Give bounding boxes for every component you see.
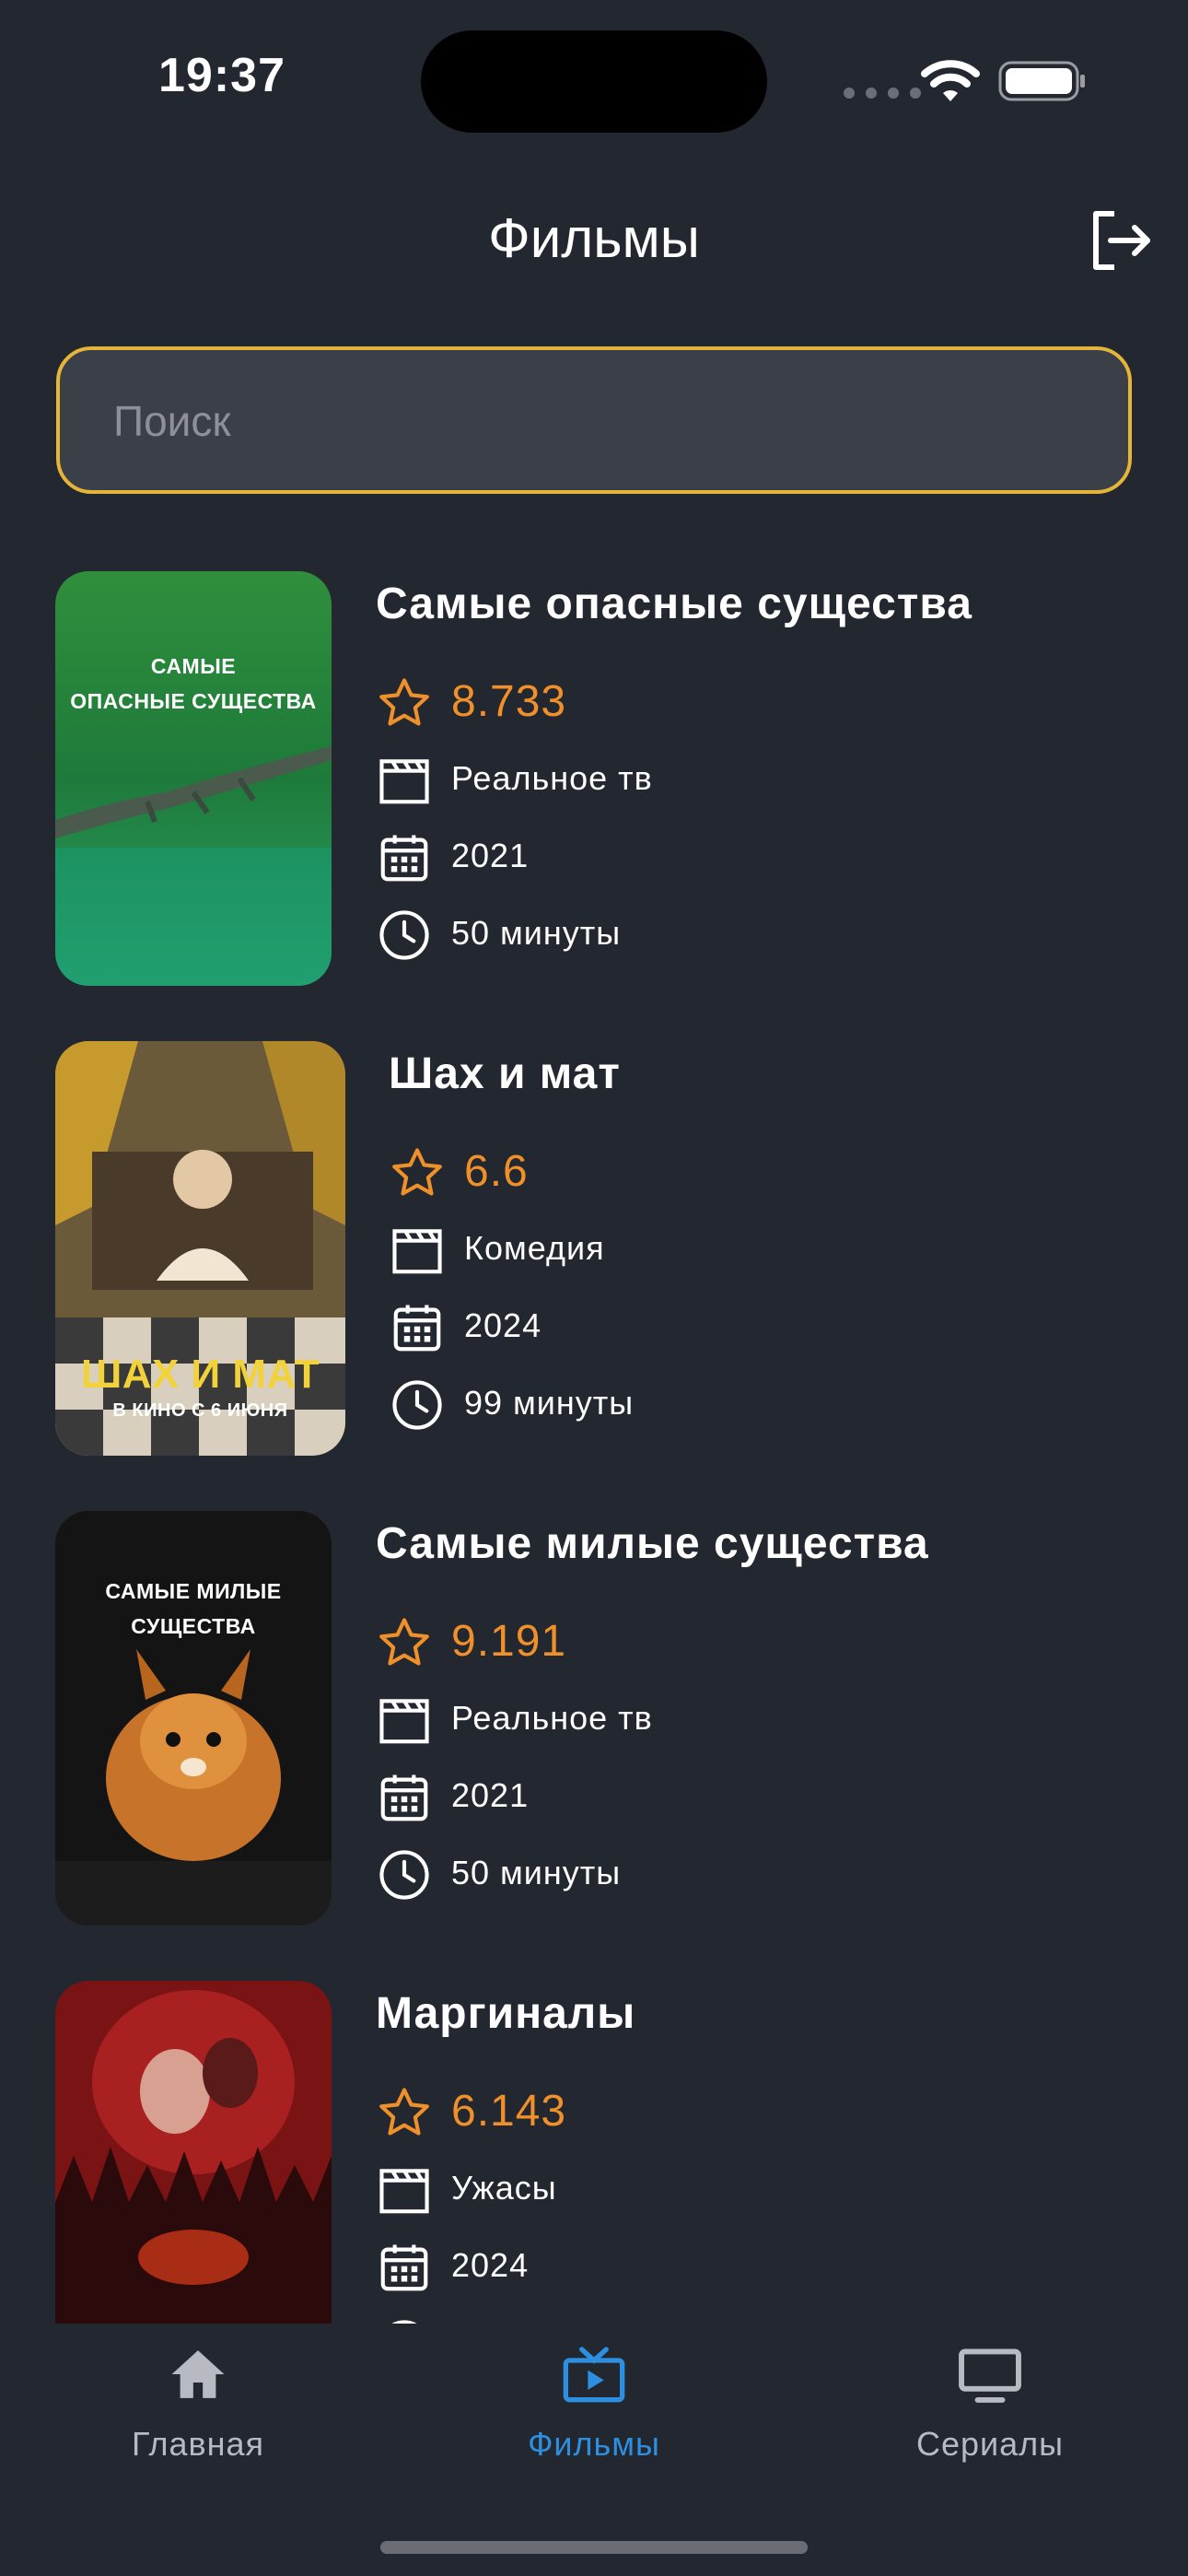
home-icon <box>171 2350 225 2398</box>
movie-title[interactable]: Маргиналы <box>376 1988 635 2039</box>
movie-poster[interactable]: САМЫЕ ОПАСНЫЕ СУЩЕСТВА <box>55 571 332 986</box>
star-icon <box>379 1618 429 1666</box>
tab-label: Главная <box>131 2425 265 2463</box>
monitor-icon <box>959 2348 1021 2403</box>
wifi-icon <box>921 60 980 101</box>
status-time: 19:37 <box>158 49 285 102</box>
calendar-icon <box>380 835 428 882</box>
movie-title[interactable]: Самые опасные существа <box>376 579 973 629</box>
star-icon <box>392 1148 442 1196</box>
clapperboard-icon <box>379 2169 429 2214</box>
tab-bar: Главная Фильмы Сериалы <box>0 2324 1188 2576</box>
movie-card[interactable]: ШАХ И МАТ В КИНО С 6 ИЮНЯ Шах и мат 6.6 … <box>0 1041 1188 1456</box>
battery-icon <box>998 61 1085 101</box>
tv-play-icon <box>563 2347 625 2403</box>
poster-caption: САМЫЕ ОПАСНЫЕ СУЩЕСТВА <box>70 654 317 713</box>
search-box <box>56 346 1132 494</box>
clapperboard-icon <box>392 1229 442 1274</box>
movie-card[interactable]: САМЫЕ МИЛЫЕ СУЩЕСТВА Самые милые существ… <box>0 1511 1188 1926</box>
rating-value: 8.733 <box>451 677 567 726</box>
year-text: 2021 <box>451 1776 530 1814</box>
poster-caption: САМЫЕ МИЛЫЕ СУЩЕСТВА <box>105 1579 282 1638</box>
clapperboard-icon <box>379 1699 429 1744</box>
duration-text: 50 минуты <box>451 1854 622 1891</box>
year-text: 2024 <box>451 2246 530 2284</box>
duration-text: 99 минуты <box>464 1384 635 1422</box>
genre-text: Реальное тв <box>451 1699 653 1737</box>
status-bar: 19:37 <box>0 0 1188 147</box>
movie-poster[interactable]: ШАХ И МАТ В КИНО С 6 ИЮНЯ <box>55 1041 345 1456</box>
year-text: 2021 <box>451 837 530 874</box>
clapperboard-icon <box>379 759 429 804</box>
page-title: Фильмы <box>488 207 700 269</box>
calendar-icon <box>393 1305 441 1352</box>
star-icon <box>379 2088 429 2136</box>
movie-card[interactable]: Маргиналы 6.143 Ужасы 2024 <box>0 1981 1188 2324</box>
search-input[interactable] <box>111 350 1082 492</box>
movie-poster[interactable] <box>55 1981 332 2324</box>
genre-text: Комедия <box>464 1229 605 1267</box>
poster-caption: ШАХ И МАТ В КИНО С 6 ИЮНЯ <box>80 1352 320 1421</box>
clock-icon <box>392 1380 442 1430</box>
logout-icon[interactable] <box>1089 208 1153 273</box>
clock-icon <box>379 910 429 960</box>
clock-icon <box>391 2320 417 2324</box>
tab-label: Сериалы <box>915 2425 1065 2463</box>
home-indicator <box>380 2541 808 2554</box>
tab-series[interactable]: Сериалы <box>852 2324 1128 2471</box>
rating-value: 9.191 <box>451 1617 567 1666</box>
movie-title[interactable]: Шах и мат <box>389 1048 621 1099</box>
movie-poster[interactable]: САМЫЕ МИЛЫЕ СУЩЕСТВА <box>55 1511 332 1926</box>
clock-icon <box>379 1850 429 1900</box>
rating-value: 6.6 <box>464 1147 529 1196</box>
genre-text: Реальное тв <box>451 759 653 797</box>
tab-movies[interactable]: Фильмы <box>456 2324 732 2471</box>
movie-card[interactable]: САМЫЕ ОПАСНЫЕ СУЩЕСТВА Самые опасные сущ… <box>0 571 1188 986</box>
tab-label: Фильмы <box>528 2425 660 2463</box>
calendar-icon <box>380 1774 428 1821</box>
year-text: 2024 <box>464 1306 542 1344</box>
movie-list[interactable]: САМЫЕ ОПАСНЫЕ СУЩЕСТВА Самые опасные сущ… <box>0 571 1188 2324</box>
calendar-icon <box>380 2244 428 2291</box>
duration-text: 50 минуты <box>451 914 622 952</box>
dynamic-island <box>421 30 767 133</box>
genre-text: Ужасы <box>451 2169 557 2207</box>
movie-title[interactable]: Самые милые существа <box>376 1518 929 1569</box>
rating-value: 6.143 <box>451 2087 567 2136</box>
tab-home[interactable]: Главная <box>60 2324 336 2471</box>
star-icon <box>379 678 429 726</box>
